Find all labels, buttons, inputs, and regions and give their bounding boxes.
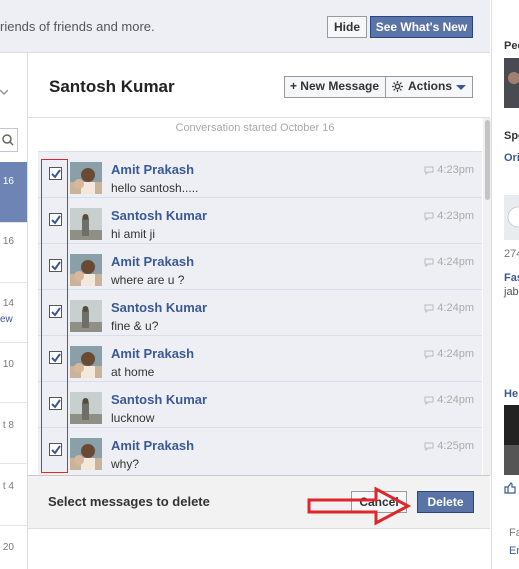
avatar — [70, 438, 102, 470]
actions-button[interactable]: Actions — [386, 76, 473, 98]
message-text: where are u ? — [111, 273, 185, 287]
chevron-down-icon[interactable] — [0, 84, 9, 98]
arrow-annotation-icon — [307, 486, 412, 526]
chat-icon — [424, 304, 434, 314]
message-text: fine & u? — [111, 319, 159, 333]
avatar — [70, 254, 102, 286]
thread-date: t 8 — [2, 420, 14, 431]
message-row[interactable]: Amit Prakash at home 4:24pm — [38, 335, 482, 382]
see-whats-new-button[interactable]: See What's New — [370, 16, 473, 38]
sidebar-link[interactable]: Er — [509, 545, 519, 557]
scrollbar-thumb[interactable] — [485, 120, 490, 200]
message-time: 4:23pm — [424, 164, 474, 176]
chat-icon — [424, 166, 434, 176]
search-icon — [2, 134, 14, 146]
conversation-start-label: Conversation started October 16 — [175, 122, 335, 134]
message-row[interactable]: Amit Prakash where are u ? 4:24pm — [38, 243, 482, 290]
message-row[interactable]: Amit Prakash why? 4:25pm — [38, 427, 482, 474]
chat-icon — [424, 258, 434, 268]
gear-icon — [392, 81, 403, 92]
sender-name[interactable]: Santosh Kumar — [111, 300, 207, 315]
message-row[interactable]: Amit Prakash hello santosh..... 4:23pm — [38, 151, 482, 198]
message-row[interactable]: Santosh Kumar hi amit ji 4:23pm — [38, 197, 482, 244]
message-time: 4:24pm — [424, 256, 474, 268]
sidebar-link[interactable]: He — [504, 388, 518, 400]
sidebar-photo[interactable] — [504, 58, 519, 108]
message-time: 4:24pm — [424, 302, 474, 314]
thread-date: 16 — [2, 176, 14, 187]
message-text: hi amit ji — [111, 227, 156, 241]
message-time: 4:24pm — [424, 348, 474, 360]
thread-date: 10 — [2, 359, 14, 370]
message-row[interactable]: Santosh Kumar lucknow 4:24pm — [38, 381, 482, 428]
chat-icon — [424, 396, 434, 406]
sidebar-link[interactable]: Ori — [504, 152, 519, 164]
message-time: 4:24pm — [424, 394, 474, 406]
caret-down-icon — [456, 85, 466, 90]
sender-name[interactable]: Amit Prakash — [111, 438, 194, 453]
sidebar-text: Fa — [509, 527, 519, 539]
sidebar-link[interactable]: Fas — [504, 272, 519, 284]
search-input[interactable] — [0, 128, 18, 152]
message-text: why? — [111, 457, 140, 471]
sidebar-heading: Spo — [504, 130, 519, 142]
avatar — [70, 162, 102, 194]
thread-date: 14 — [2, 298, 14, 309]
delete-button[interactable]: Delete — [417, 491, 474, 513]
conversation-title: Santosh Kumar — [49, 77, 175, 96]
avatar — [70, 392, 102, 424]
sender-name[interactable]: Santosh Kumar — [111, 208, 207, 223]
thread-date: 20 — [2, 542, 14, 553]
avatar — [70, 346, 102, 378]
avatar — [70, 300, 102, 332]
message-text: at home — [111, 365, 155, 379]
message-text: hello santosh..... — [111, 181, 199, 195]
thread-date: t 4 — [2, 481, 14, 492]
message-time: 4:25pm — [424, 440, 474, 452]
new-message-button[interactable]: + New Message — [284, 76, 385, 98]
message-list: Amit Prakash hello santosh..... 4:23pm S… — [38, 151, 482, 475]
actions-label: Actions — [408, 79, 453, 93]
avatar — [70, 208, 102, 240]
sender-name[interactable]: Santosh Kumar — [111, 392, 207, 407]
sidebar-text: jab — [504, 286, 519, 298]
sender-name[interactable]: Amit Prakash — [111, 346, 194, 361]
thread-date: 16 — [2, 236, 14, 247]
chat-icon — [424, 212, 434, 222]
sidebar-heading: Peo — [504, 40, 519, 52]
message-row[interactable]: Santosh Kumar fine & u? 4:24pm — [38, 289, 482, 336]
banner-text: riends of friends and more. — [0, 19, 155, 34]
chat-icon — [424, 350, 434, 360]
delete-instructions: Select messages to delete — [48, 494, 210, 509]
message-text: lucknow — [111, 411, 155, 425]
sidebar-ad-image[interactable] — [504, 195, 519, 240]
checkbox-highlight-annotation — [41, 159, 68, 473]
chat-icon — [424, 442, 434, 452]
thumbs-up-icon[interactable] — [503, 482, 517, 494]
message-time: 4:23pm — [424, 210, 474, 222]
selected-thread[interactable] — [0, 162, 27, 222]
thread-link[interactable]: ew — [0, 314, 13, 325]
hide-button[interactable]: Hide — [327, 16, 367, 38]
sidebar-text: 274 — [504, 248, 519, 260]
sender-name[interactable]: Amit Prakash — [111, 162, 194, 177]
sender-name[interactable]: Amit Prakash — [111, 254, 194, 269]
sidebar-ad-image[interactable] — [504, 405, 519, 475]
